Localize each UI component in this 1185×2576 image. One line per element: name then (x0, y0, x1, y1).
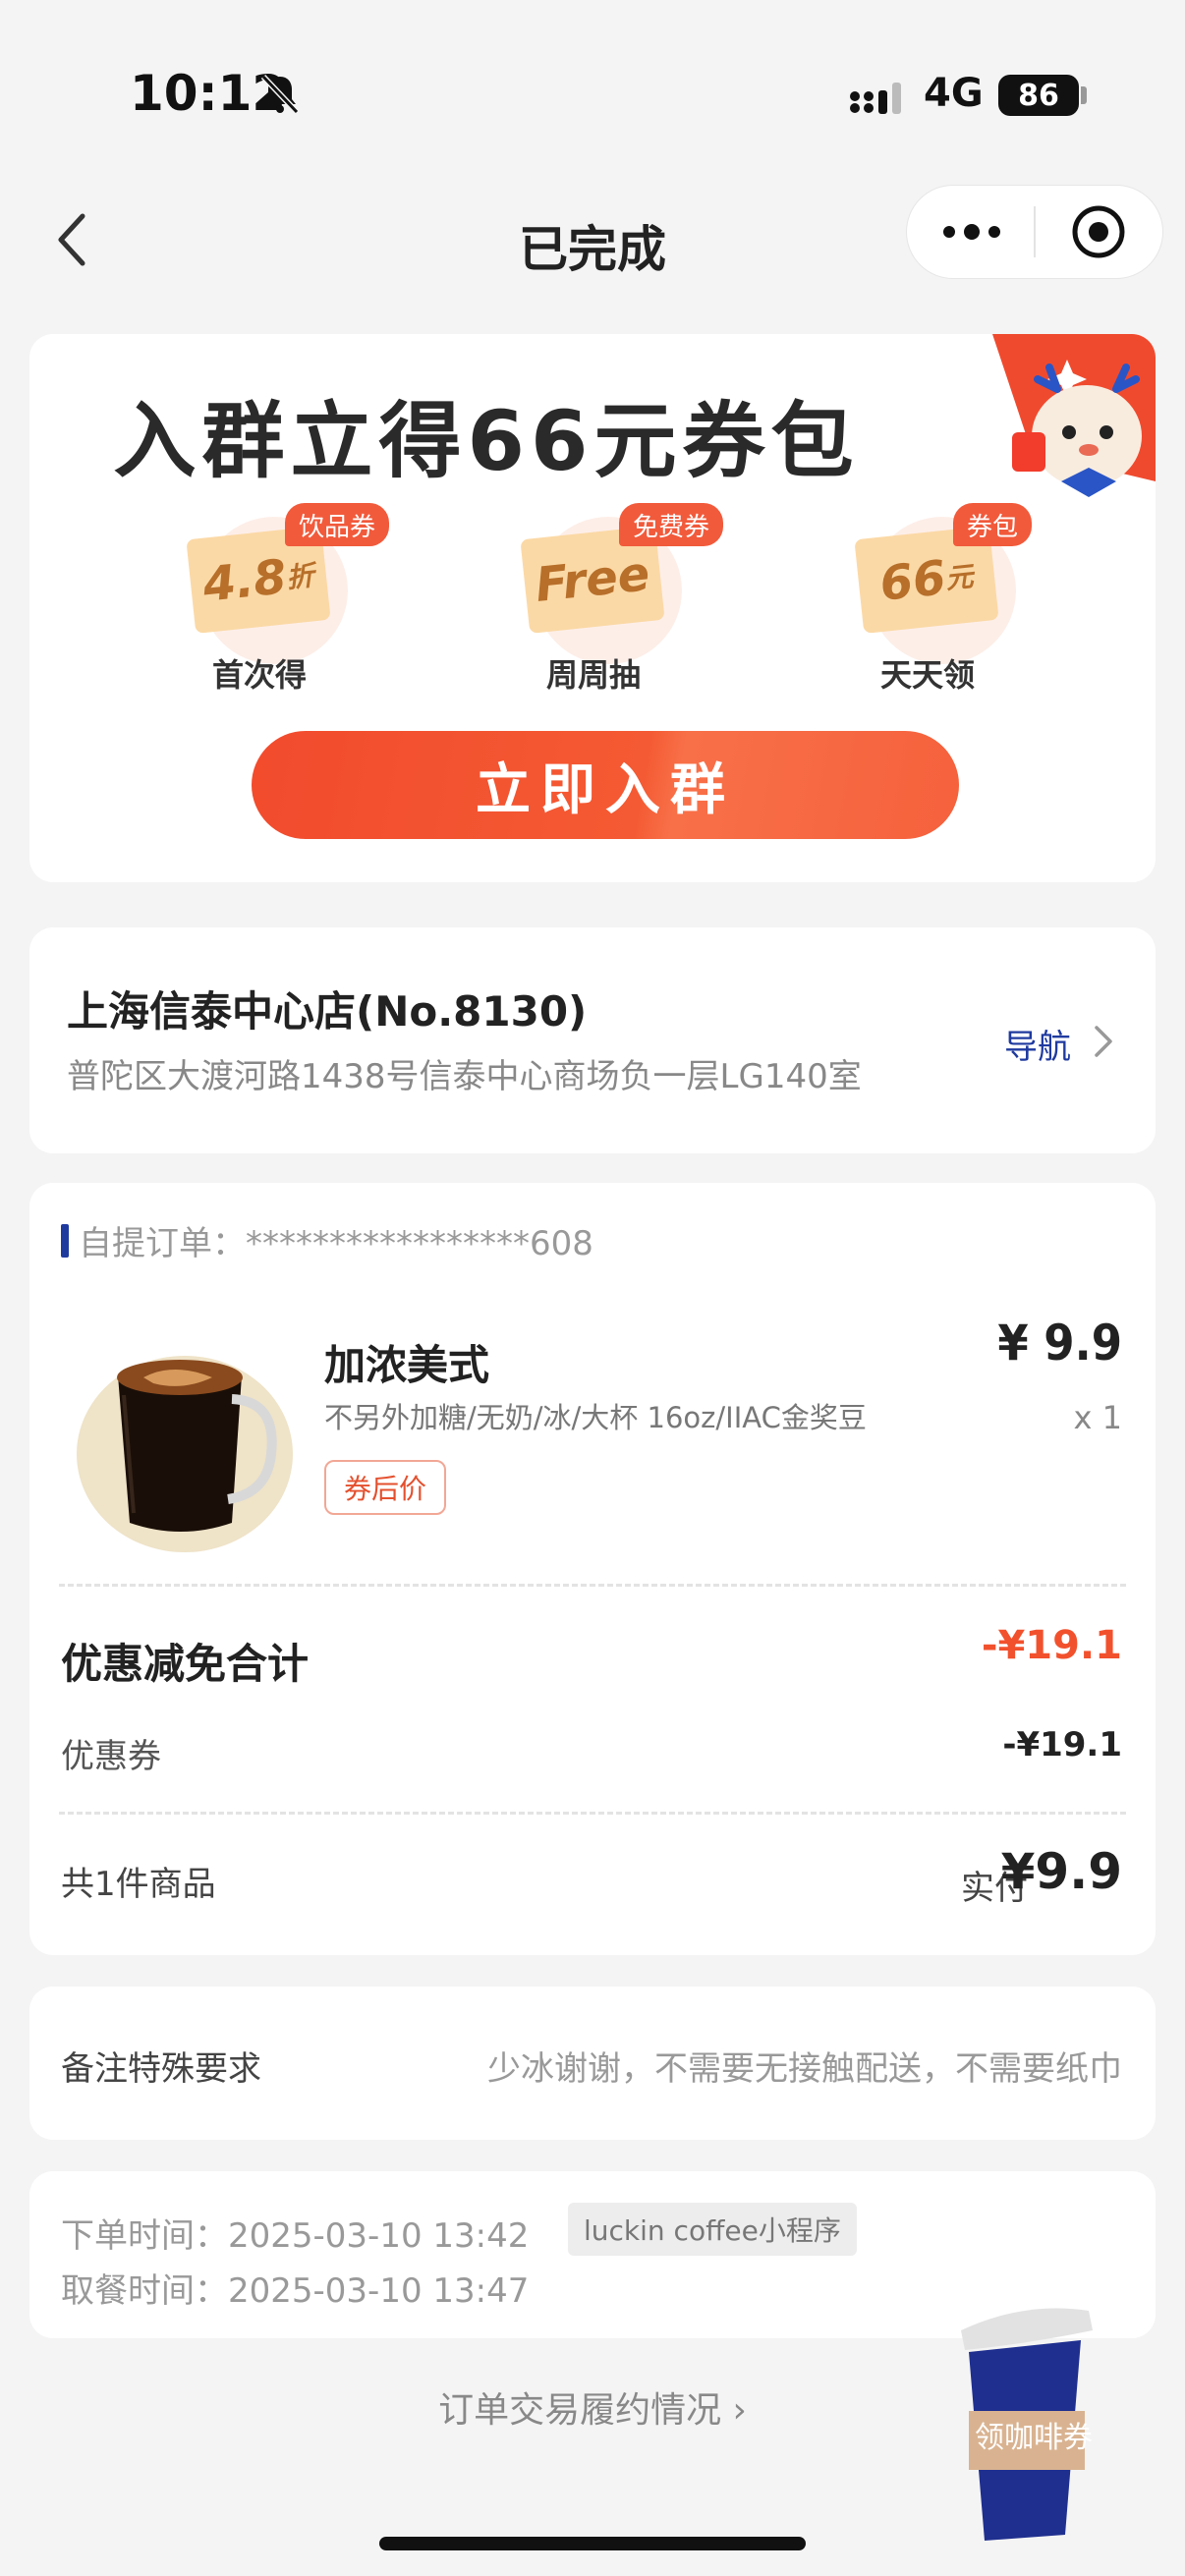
coupon-pack: 66 元 券包 (854, 503, 1033, 670)
store-name: 上海信泰中心店(No.8130) (67, 987, 588, 1036)
home-indicator (379, 2537, 806, 2550)
remark-value: 少冰谢谢，不需要无接触配送，不需要纸巾 (487, 2049, 1122, 2089)
coupon-label: 优惠券 (61, 1737, 161, 1776)
battery-tip (1081, 86, 1087, 104)
discount-total-label: 优惠减免合计 (61, 1640, 310, 1688)
coffee-voucher-label[interactable]: 领咖啡券 (955, 2413, 1112, 2456)
coffee-mug-image (77, 1356, 293, 1552)
close-miniprogram-icon[interactable] (1069, 202, 1128, 261)
store-address: 普陀区大渡河路1438号信泰中心商场负一层LG140室 (67, 1057, 862, 1096)
navigate-link[interactable]: 导航 (1004, 1020, 1071, 1068)
order-card: 自提订单：*****************608 加浓美式 不另外加糖/无奶/… (29, 1183, 1156, 1955)
product-spec: 不另外加糖/无奶/冰/大杯 16oz/IIAC金奖豆 (324, 1401, 867, 1434)
coupon-tag: 免费券 (619, 503, 724, 546)
coupon-value: -¥19.1 (1002, 1725, 1122, 1764)
order-marker (61, 1224, 69, 1258)
coupon-caption: 周周抽 (545, 656, 641, 694)
coupon-free: Free 免费券 (520, 503, 724, 670)
order-time: 下单时间：2025-03-10 13:42 (61, 2216, 530, 2256)
discount-total-value: -¥19.1 (981, 1623, 1122, 1668)
divider (59, 1812, 1126, 1815)
network-label: 4G (924, 71, 984, 116)
chevron-right-icon[interactable] (1091, 1022, 1116, 1061)
coupon-caption: 天天领 (879, 656, 975, 694)
signal-icon (850, 83, 901, 114)
deer-mascot-icon (992, 334, 1156, 497)
join-group-button[interactable]: 立即入群 (252, 731, 959, 839)
coupon-ticket-sub: 折 (284, 559, 316, 594)
items-count: 共1件商品 (61, 1865, 216, 1904)
coupon-drink: 4.8 折 饮品券 (186, 503, 390, 670)
coupon-ticket-main: Free (533, 546, 652, 613)
remark-card: 备注特殊要求 少冰谢谢，不需要无接触配送，不需要纸巾 (29, 1987, 1156, 2140)
coupon-ticket-main: 4.8 (199, 549, 290, 613)
product-quantity: x 1 (1073, 1399, 1122, 1436)
battery-icon: 86 (998, 75, 1079, 116)
after-coupon-badge: 券后价 (324, 1460, 447, 1515)
remark-label: 备注特殊要求 (61, 2049, 261, 2089)
battery-level: 86 (1018, 78, 1059, 113)
capsule-divider (1034, 206, 1036, 257)
product-name: 加浓美式 (324, 1341, 490, 1389)
divider (59, 1584, 1126, 1587)
group-promo-banner[interactable]: 入群立得66元券包 4.8 折 饮品券 首次得 Free 免费券 周周抽 66 元 … (29, 334, 1156, 882)
more-icon[interactable] (935, 210, 1008, 253)
store-card: 上海信泰中心店(No.8130) 普陀区大渡河路1438号信泰中心商场负一层LG… (29, 927, 1156, 1153)
coupon-tag: 券包 (953, 503, 1033, 546)
coupon-ticket-main: 66 (876, 550, 949, 612)
coupon-caption: 首次得 (211, 656, 307, 694)
promo-title: 入群立得66元券包 (113, 393, 860, 489)
coupon-tag: 饮品券 (285, 503, 390, 546)
product-price: ¥ 9.9 (997, 1315, 1122, 1372)
coupon-ticket-sub: 元 (943, 560, 976, 595)
paid-value: ¥9.9 (1000, 1843, 1122, 1900)
pickup-time: 取餐时间：2025-03-10 13:47 (61, 2271, 530, 2311)
source-tag: luckin coffee小程序 (568, 2203, 857, 2256)
bell-muted-icon (260, 74, 300, 115)
order-number: 自提订单：*****************608 (79, 1224, 593, 1263)
